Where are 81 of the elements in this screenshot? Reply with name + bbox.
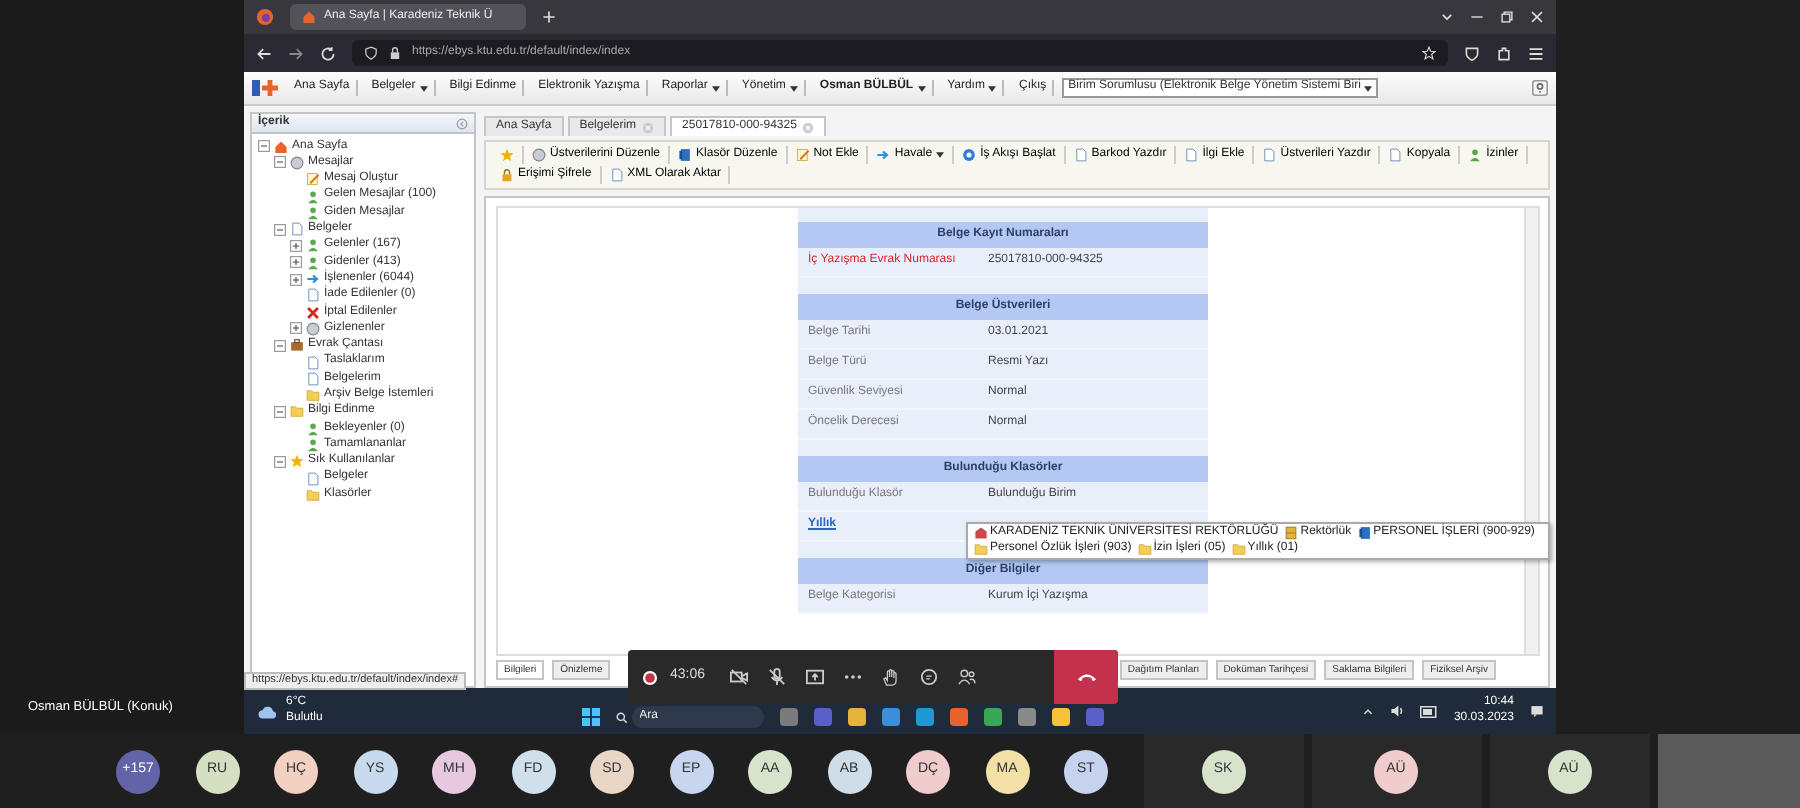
tree-toggle[interactable] xyxy=(290,239,302,252)
restore-icon[interactable] xyxy=(1500,10,1514,24)
shield-icon[interactable] xyxy=(1464,45,1480,61)
house-icon xyxy=(302,10,316,24)
speaker-icon[interactable] xyxy=(1389,704,1404,718)
minimize-icon[interactable] xyxy=(1470,10,1484,24)
chevron-up-icon[interactable] xyxy=(1361,705,1374,717)
caret-icon xyxy=(917,85,926,91)
video-placeholder xyxy=(1657,734,1800,808)
windows-start-icon[interactable] xyxy=(581,708,600,726)
cloud-icon xyxy=(256,703,278,719)
cross-icon xyxy=(306,305,320,320)
disc-icon xyxy=(532,148,546,162)
arrow-icon xyxy=(876,148,891,162)
folder-icon xyxy=(1231,542,1246,557)
tree-toggle[interactable] xyxy=(290,322,302,335)
people-icon[interactable] xyxy=(957,668,976,686)
notification-icon[interactable] xyxy=(1529,704,1544,718)
reload-icon[interactable] xyxy=(320,45,336,61)
disc-icon xyxy=(306,321,320,336)
collapse-icon[interactable] xyxy=(456,117,468,129)
document-icon xyxy=(1262,148,1277,162)
plus-icon[interactable] xyxy=(542,10,556,24)
folder-icon xyxy=(974,542,988,557)
shield-icon xyxy=(364,46,378,60)
circle-icon xyxy=(962,148,977,162)
search-icon xyxy=(615,711,628,723)
caret-icon xyxy=(1364,85,1373,91)
house-icon xyxy=(274,139,288,154)
tree-toggle[interactable] xyxy=(274,223,286,236)
tree-toggle[interactable] xyxy=(274,455,286,468)
document-icon xyxy=(1184,148,1199,162)
document-icon xyxy=(1073,148,1088,162)
person-icon xyxy=(1468,148,1483,162)
caret-icon xyxy=(789,85,798,91)
tree-toggle[interactable] xyxy=(274,339,286,352)
document-icon xyxy=(306,288,320,303)
tree-toggle[interactable] xyxy=(274,156,286,169)
record-icon xyxy=(642,669,658,685)
camera-icon[interactable] xyxy=(729,668,748,686)
chevron-down-icon[interactable] xyxy=(1440,10,1454,24)
arrow-icon xyxy=(306,272,320,287)
building-icon xyxy=(974,526,988,541)
binder-icon xyxy=(678,148,693,162)
star-icon xyxy=(290,454,304,469)
caret-icon xyxy=(711,85,720,91)
tree-toggle[interactable] xyxy=(290,256,302,269)
cabinet-icon xyxy=(1284,526,1299,541)
help-icon[interactable] xyxy=(1532,80,1548,96)
document-icon xyxy=(290,222,304,237)
tree-toggle[interactable] xyxy=(258,140,270,153)
lock-icon xyxy=(388,46,402,60)
document-icon xyxy=(306,471,320,486)
menu-icon[interactable] xyxy=(1528,45,1544,61)
forward-icon[interactable] xyxy=(288,45,304,61)
hand-icon[interactable] xyxy=(881,668,900,686)
disc-icon xyxy=(290,155,304,170)
pencil-icon xyxy=(306,172,320,187)
pencil-icon xyxy=(795,148,810,162)
bookmark-star-icon[interactable] xyxy=(1422,46,1436,60)
caret-icon xyxy=(988,85,997,91)
back-icon[interactable] xyxy=(256,45,272,61)
browser-logo-icon[interactable] xyxy=(256,8,274,26)
tree-toggle[interactable] xyxy=(290,273,302,286)
star-icon xyxy=(500,148,514,162)
document-icon xyxy=(609,168,624,182)
microphone-icon[interactable] xyxy=(767,668,786,686)
folder-icon xyxy=(306,487,320,502)
app-logo-icon[interactable] xyxy=(252,78,280,98)
battery-icon[interactable] xyxy=(1419,705,1438,717)
share-screen-icon[interactable] xyxy=(805,668,824,686)
caret-icon xyxy=(419,85,428,91)
tree-toggle[interactable] xyxy=(274,405,286,418)
padlock-icon xyxy=(500,168,514,182)
document-icon xyxy=(1388,148,1403,162)
phone-icon xyxy=(1075,672,1097,682)
chat-icon[interactable] xyxy=(919,668,938,686)
briefcase-icon xyxy=(290,338,304,353)
binder-icon xyxy=(1357,526,1372,541)
puzzle-icon[interactable] xyxy=(1496,45,1512,61)
close-icon[interactable] xyxy=(1530,10,1544,24)
